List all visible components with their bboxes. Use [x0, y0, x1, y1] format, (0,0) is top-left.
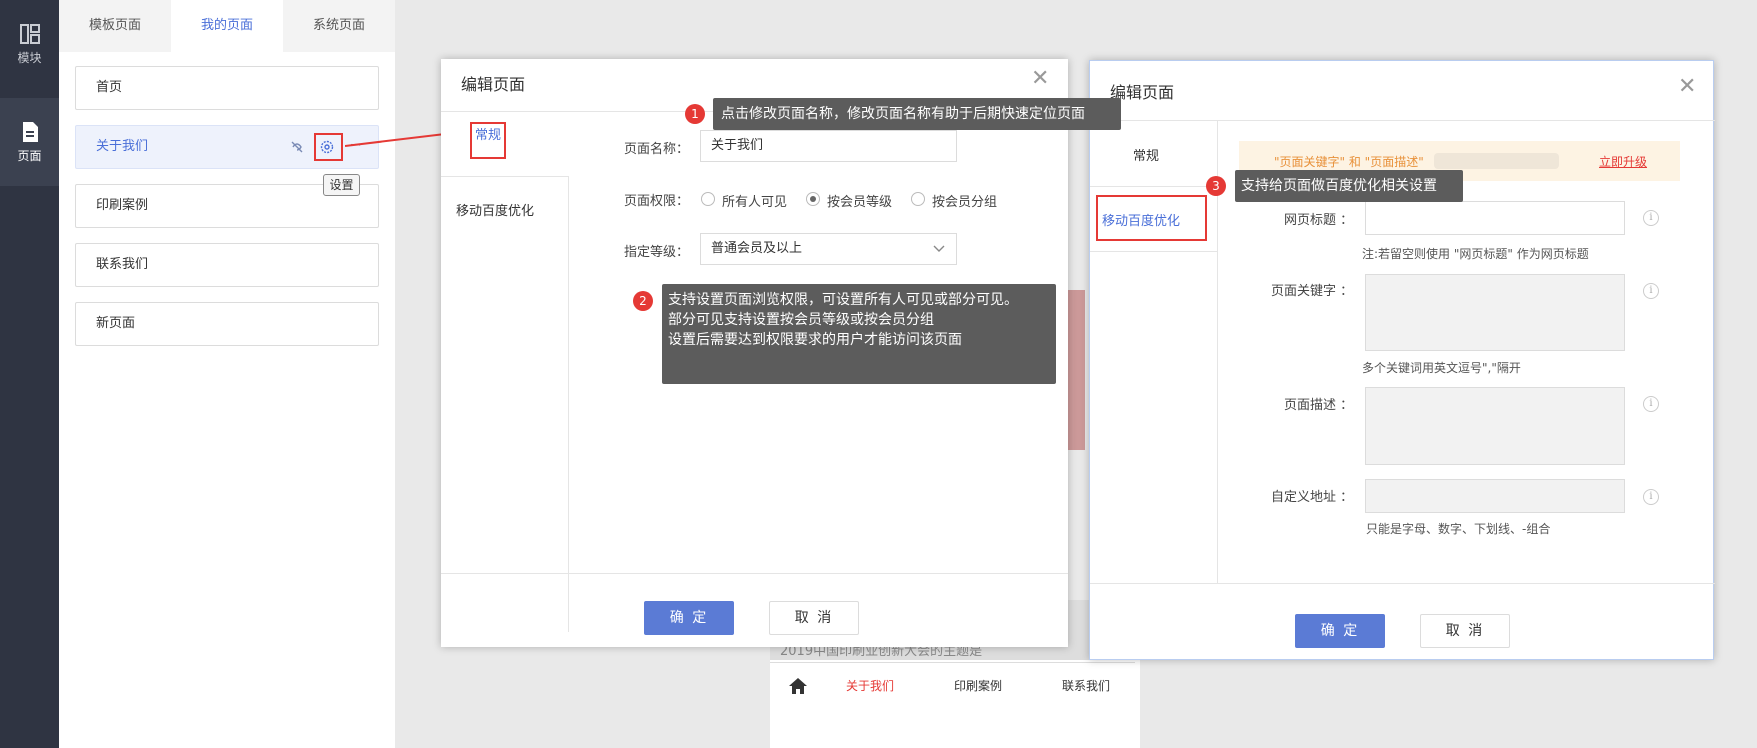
dialog-title: 编辑页面	[461, 75, 526, 94]
chevron-down-icon	[933, 245, 945, 252]
tab-general[interactable]: 常规	[1133, 145, 1159, 164]
desc-label: 页面描述 ：	[1284, 398, 1354, 413]
description-textarea[interactable]	[1365, 387, 1625, 465]
tab-template-pages[interactable]: 模板页面	[59, 0, 171, 52]
level-select-value: 普通会员及以上	[711, 241, 803, 256]
rail-label-module: 模块	[17, 50, 42, 65]
level-label: 指定等级：	[624, 245, 690, 260]
info-icon[interactable]: i	[1643, 283, 1659, 299]
rail-label-page: 页面	[17, 148, 42, 163]
ok-button[interactable]: 确 定	[644, 601, 734, 635]
page-item-new[interactable]: 新页面	[75, 302, 379, 346]
ok-button[interactable]: 确 定	[1295, 614, 1385, 648]
callout-2-line-3: 设置后需要达到权限要求的用户才能访问该页面	[668, 332, 962, 348]
perm-label: 页面权限：	[624, 194, 690, 209]
callout-number-3: 3	[1206, 176, 1226, 196]
radio-member-group-label: 按会员分组	[932, 195, 998, 210]
close-icon[interactable]: ✕	[1031, 68, 1049, 90]
callout-number-2: 2	[633, 291, 653, 311]
radio-everyone-label: 所有人可见	[722, 195, 788, 210]
radio-member-group[interactable]	[911, 192, 925, 206]
module-icon	[19, 23, 40, 44]
page-icon	[22, 121, 38, 142]
keywords-hint: 多个关键词用英文逗号","隔开	[1362, 361, 1521, 375]
red-arrow	[345, 128, 453, 147]
page-panel: 模板页面 我的页面 系统页面 首页 关于我们 印刷案例 联系我们 新页面	[59, 0, 395, 748]
callout-2-line-1: 支持设置页面浏览权限，可设置所有人可见或部分可见。	[668, 292, 1018, 308]
url-hint: 只能是字母、数字、下划线、-组合	[1366, 522, 1551, 536]
callout-tip-2: 支持设置页面浏览权限，可设置所有人可见或部分可见。 部分可见支持设置按会员等级或…	[662, 284, 1056, 384]
seo-tab-highlight	[1096, 195, 1207, 241]
callout-number-1: 1	[685, 104, 705, 124]
close-icon[interactable]: ✕	[1678, 76, 1696, 98]
radio-everyone[interactable]	[701, 192, 715, 206]
page-item-label: 关于我们	[96, 139, 149, 154]
tab-system-pages[interactable]: 系统页面	[283, 0, 395, 52]
radio-member-level-label: 按会员等级	[827, 195, 893, 210]
page-item-home[interactable]: 首页	[75, 66, 379, 110]
cancel-button[interactable]: 取 消	[769, 601, 859, 635]
page-item-contact[interactable]: 联系我们	[75, 243, 379, 287]
title-hint: 注:若留空则使用 "网页标题" 作为网页标题	[1362, 247, 1589, 261]
blurred-text	[1434, 153, 1559, 169]
custom-url-input[interactable]	[1365, 479, 1625, 513]
callout-tip-1: 点击修改页面名称，修改页面名称有助于后期快速定位页面	[713, 98, 1121, 130]
banner-text: "页面关键字" 和 "页面描述"	[1274, 155, 1424, 169]
page-title-input[interactable]	[1365, 201, 1625, 235]
preview-nav: 关于我们 印刷案例 联系我们	[770, 662, 1135, 708]
url-label: 自定义地址 ：	[1271, 490, 1354, 505]
preview-nav-cases[interactable]: 印刷案例	[954, 677, 1002, 694]
tab-baidu-seo[interactable]: 移动百度优化	[456, 200, 534, 219]
general-tab-highlight	[470, 122, 506, 159]
upgrade-link[interactable]: 立即升级	[1599, 153, 1647, 170]
rail-item-page[interactable]: 页面	[0, 98, 59, 186]
home-icon[interactable]	[788, 677, 808, 695]
title-label: 网页标题 ：	[1284, 213, 1354, 228]
hide-icon[interactable]	[290, 140, 304, 154]
settings-tooltip: 设置	[323, 174, 360, 196]
left-rail: 模块 页面	[0, 0, 59, 748]
callout-2-line-2: 部分可见支持设置按会员等级或按会员分组	[668, 312, 934, 328]
keywords-label: 页面关键字 ：	[1271, 284, 1354, 299]
keywords-textarea[interactable]	[1365, 274, 1625, 351]
rail-item-module[interactable]: 模块	[0, 0, 59, 88]
page-name-input[interactable]: 关于我们	[700, 130, 957, 162]
radio-member-level[interactable]	[806, 192, 820, 206]
info-icon[interactable]: i	[1643, 210, 1659, 226]
info-icon[interactable]: i	[1643, 396, 1659, 412]
edit-page-dialog-seo: 编辑页面 ✕ 常规 移动百度优化 "页面关键字" 和 "页面描述" 立即升级 网…	[1089, 60, 1715, 660]
info-icon[interactable]: i	[1643, 489, 1659, 505]
cancel-button[interactable]: 取 消	[1420, 614, 1510, 648]
level-select[interactable]: 普通会员及以上	[700, 233, 957, 265]
tab-my-pages[interactable]: 我的页面	[171, 0, 283, 52]
callout-tip-3: 支持给页面做百度优化相关设置	[1235, 170, 1463, 202]
settings-highlight-box	[314, 133, 343, 161]
name-label: 页面名称：	[624, 142, 690, 157]
preview-nav-contact[interactable]: 联系我们	[1062, 677, 1110, 694]
preview-nav-about[interactable]: 关于我们	[846, 677, 894, 694]
